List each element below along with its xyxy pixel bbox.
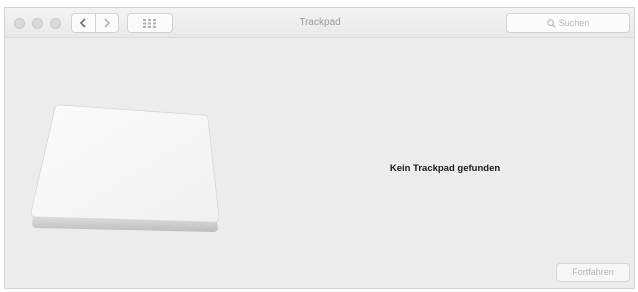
continue-button[interactable]: Fortfahren (556, 263, 630, 282)
titlebar: Trackpad Suchen (5, 8, 634, 38)
zoom-window-button[interactable] (50, 18, 61, 29)
back-button[interactable] (72, 14, 95, 32)
minimize-window-button[interactable] (32, 18, 43, 29)
chevron-left-icon (80, 18, 86, 28)
forward-button[interactable] (94, 14, 119, 32)
grid-icon (143, 18, 156, 28)
preferences-window: Trackpad Suchen Kein Trackpad gefunden F… (4, 7, 635, 289)
search-icon (546, 18, 556, 28)
no-trackpad-message: Kein Trackpad gefunden (389, 163, 501, 174)
chevron-right-icon (104, 18, 110, 28)
trackpad-icon (30, 104, 220, 232)
navigation-buttons (71, 13, 119, 33)
show-all-button[interactable] (127, 13, 173, 33)
search-placeholder: Suchen (558, 18, 590, 28)
window-title: Trackpad (299, 17, 341, 28)
close-window-button[interactable] (14, 18, 25, 29)
search-field[interactable]: Suchen (506, 13, 630, 33)
